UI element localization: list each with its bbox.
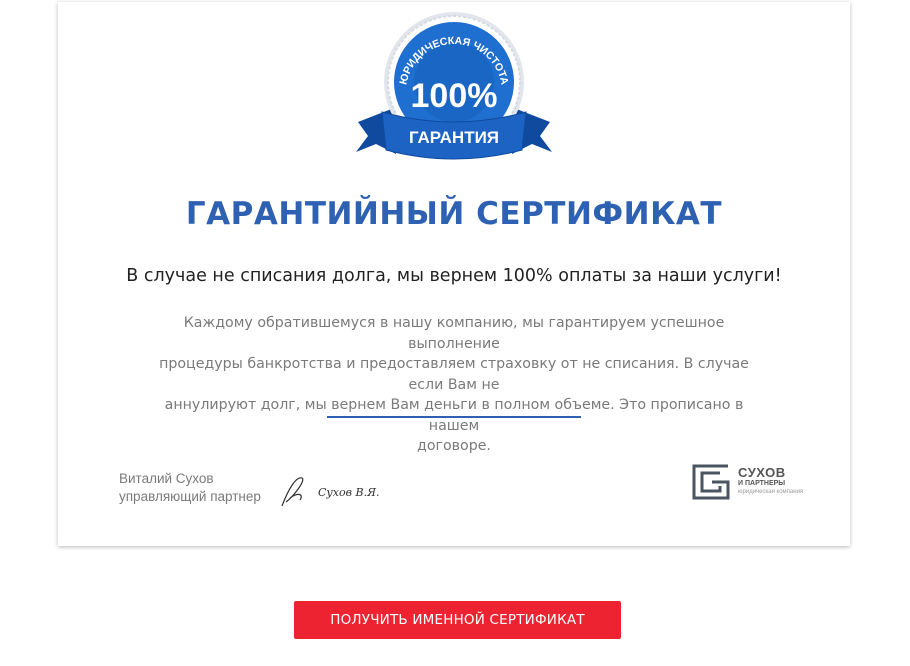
company-subname: И ПАРТНЕРЫ — [738, 480, 786, 487]
company-name: СУХОВ — [738, 465, 786, 480]
signer-name: Виталий Сухов — [119, 471, 214, 486]
badge-ribbon-text: ГАРАНТИЯ — [409, 128, 499, 147]
get-certificate-button[interactable]: ПОЛУЧИТЬ ИМЕННОЙ СЕРТИФИКАТ — [294, 601, 621, 639]
description-line: Каждому обратившемуся в нашу компанию, м… — [183, 315, 725, 352]
certificate-card: ЮРИДИЧЕСКАЯ ЧИСТОТА 100% ГАРАНТИЯ ГАРАНТ… — [58, 2, 850, 546]
svg-text:Сухов В.Я.: Сухов В.Я. — [318, 486, 379, 499]
description-line: договоре. — [417, 438, 491, 454]
guarantee-badge-icon: ЮРИДИЧЕСКАЯ ЧИСТОТА 100% ГАРАНТИЯ — [356, 12, 552, 160]
certificate-title: ГАРАНТИЙНЫЙ СЕРТИФИКАТ — [185, 196, 723, 232]
company-tagline: юридическая компания — [738, 489, 804, 495]
description-line: процедуры банкротства и предоставляем ст… — [159, 356, 749, 393]
certificate-subtitle: В случае не списания долга, мы вернем 10… — [126, 266, 782, 286]
certificate-description: Каждому обратившемуся в нашу компанию, м… — [148, 313, 760, 457]
badge-percent: 100% — [411, 77, 498, 115]
signer-block: Виталий Сухов управляющий партнер — [119, 470, 261, 506]
company-logo: СУХОВ И ПАРТНЕРЫ юридическая компания — [692, 464, 812, 506]
signature-image: Сухов В.Я. — [281, 477, 379, 507]
company-logo-icon — [692, 464, 730, 500]
divider-line — [327, 416, 581, 418]
signer-role: управляющий партнер — [119, 489, 261, 504]
